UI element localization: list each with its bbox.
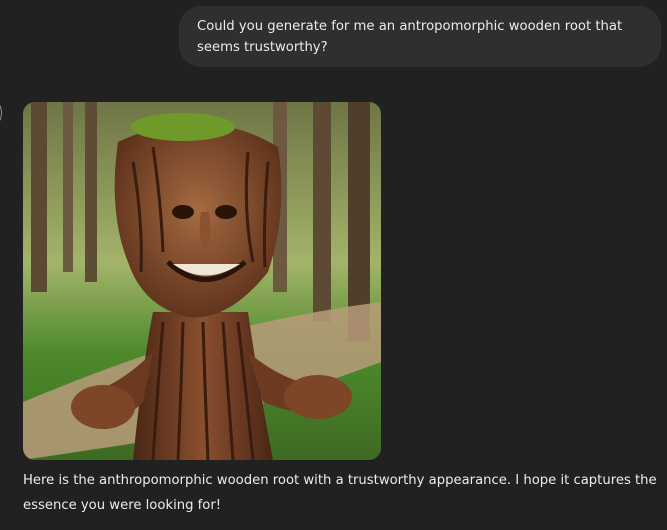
generated-image[interactable] [23, 102, 381, 460]
wooden-root-figure-illustration [23, 102, 381, 460]
user-message-text: Could you generate for me an antropomorp… [197, 19, 623, 55]
assistant-avatar-icon [0, 101, 2, 125]
user-message-bubble: Could you generate for me an antropomorp… [179, 6, 661, 67]
assistant-message: Here is the anthropomorphic wooden root … [23, 468, 663, 518]
assistant-message-text: Here is the anthropomorphic wooden root … [23, 473, 657, 513]
